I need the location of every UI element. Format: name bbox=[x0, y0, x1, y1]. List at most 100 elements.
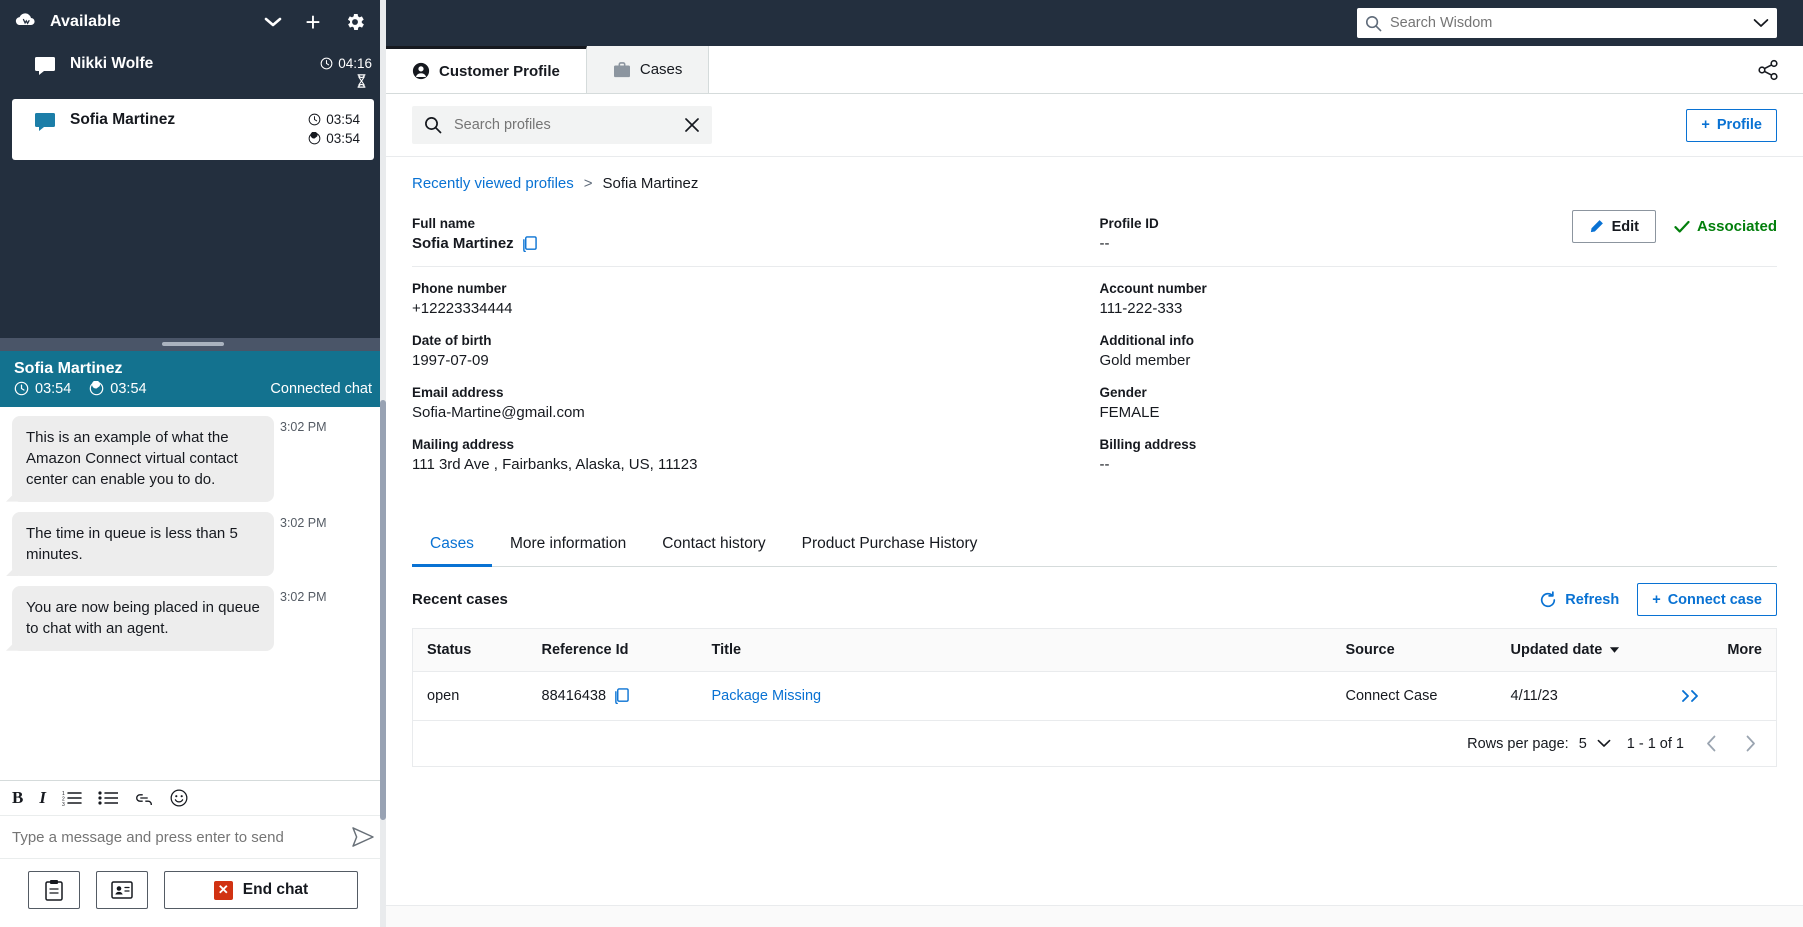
sub-tab-cases[interactable]: Cases bbox=[412, 525, 492, 567]
field-mailing-address: Mailing address 111 3rd Ave , Fairbanks,… bbox=[412, 427, 1090, 479]
message-input[interactable] bbox=[12, 828, 346, 846]
breadcrumb: Recently viewed profiles > Sofia Martine… bbox=[412, 157, 1777, 206]
timer-value: 03:54 bbox=[35, 380, 72, 397]
ccp-empty-area bbox=[0, 159, 386, 338]
bulleted-list-icon[interactable] bbox=[98, 790, 118, 806]
contact-card-icon[interactable] bbox=[96, 871, 148, 909]
emoji-icon[interactable] bbox=[170, 789, 188, 807]
chat-bubble-icon bbox=[34, 110, 56, 131]
chevron-right-icon[interactable] bbox=[1739, 735, 1762, 752]
contact-timers: 03:54 03:54 bbox=[308, 110, 360, 149]
sub-tab-more-information[interactable]: More information bbox=[492, 525, 644, 567]
agent-status-label: Available bbox=[50, 12, 121, 30]
rows-per-page: Rows per page: 5 bbox=[1467, 736, 1611, 752]
field-label: Full name bbox=[412, 216, 476, 231]
connect-case-button[interactable]: + Connect case bbox=[1637, 583, 1777, 616]
cell-source: Connect Case bbox=[1331, 671, 1497, 721]
sub-tab-product-purchase-history[interactable]: Product Purchase History bbox=[784, 525, 996, 567]
contact-list-item-nikki-wolfe[interactable]: Nikki Wolfe 04:16 bbox=[0, 43, 386, 99]
active-chat-header: Sofia Martinez 03:54 03:54 Connected cha… bbox=[0, 350, 386, 407]
chevron-left-icon[interactable] bbox=[1700, 735, 1723, 752]
table-header-row: Status Reference Id Title Source Updated… bbox=[412, 628, 1777, 672]
panel-resize-handle[interactable] bbox=[0, 337, 386, 351]
column-updated-date[interactable]: Updated date bbox=[1496, 628, 1667, 672]
search-icon bbox=[1365, 15, 1382, 32]
tab-customer-profile[interactable]: Customer Profile bbox=[386, 46, 587, 93]
agent-workspace: Available + Nikki Wolfe 04:16 Sofia Mart… bbox=[0, 0, 1803, 927]
breadcrumb-root-link[interactable]: Recently viewed profiles bbox=[412, 175, 574, 192]
rows-per-page-label: Rows per page: bbox=[1467, 735, 1569, 752]
italic-icon[interactable]: I bbox=[39, 788, 46, 808]
add-profile-label: Profile bbox=[1716, 117, 1762, 133]
refresh-button[interactable]: Refresh bbox=[1539, 590, 1619, 609]
clock-icon bbox=[14, 381, 29, 396]
chat-composer bbox=[0, 816, 386, 858]
field-label: Additional info bbox=[1099, 333, 1194, 348]
column-more: More bbox=[1666, 628, 1777, 672]
link-icon[interactable] bbox=[134, 791, 154, 805]
edit-profile-button[interactable]: Edit bbox=[1571, 210, 1656, 243]
contact-timers: 04:16 bbox=[320, 54, 372, 88]
rows-per-page-select[interactable]: 5 bbox=[1579, 736, 1611, 752]
clock-icon bbox=[320, 57, 333, 70]
chevron-down-icon[interactable] bbox=[1753, 18, 1769, 28]
tab-cases[interactable]: Cases bbox=[586, 46, 710, 93]
field-value-wrap: Sofia Martinez bbox=[412, 235, 1090, 252]
column-title[interactable]: Title bbox=[697, 628, 1332, 672]
add-profile-button[interactable]: + Profile bbox=[1686, 108, 1777, 142]
column-label: Updated date bbox=[1510, 642, 1603, 658]
clipboard-icon[interactable] bbox=[28, 871, 80, 909]
message-timestamp: 3:02 PM bbox=[280, 590, 327, 605]
reference-id-value: 88416438 bbox=[541, 688, 607, 704]
column-reference-id[interactable]: Reference Id bbox=[527, 628, 698, 672]
plus-icon: + bbox=[1701, 117, 1710, 133]
field-value: 111-222-333 bbox=[1099, 300, 1183, 317]
field-value: Sofia-Martine@gmail.com bbox=[412, 404, 585, 421]
wisdom-search-input[interactable] bbox=[1390, 15, 1745, 31]
column-source[interactable]: Source bbox=[1331, 628, 1497, 672]
field-label: Billing address bbox=[1099, 437, 1197, 452]
field-billing-address: Billing address -- bbox=[1100, 427, 1778, 479]
field-value: 111 3rd Ave , Fairbanks, Alaska, US, 111… bbox=[412, 456, 698, 473]
numbered-list-icon[interactable]: 123 bbox=[62, 790, 82, 806]
drag-grip-icon bbox=[162, 342, 224, 347]
field-label: Email address bbox=[412, 385, 504, 400]
field-label: Date of birth bbox=[412, 333, 492, 348]
settings-gear-icon[interactable] bbox=[338, 11, 372, 33]
sort-descending-caret-icon bbox=[1609, 646, 1620, 654]
field-value: FEMALE bbox=[1099, 404, 1160, 421]
field-label: Mailing address bbox=[412, 437, 515, 452]
chat-bubble-icon bbox=[34, 54, 56, 75]
svg-text:3: 3 bbox=[62, 802, 65, 806]
chevron-down-icon[interactable] bbox=[258, 16, 288, 28]
chat-transcript: This is an example of what the Amazon Co… bbox=[0, 406, 386, 780]
pagination-range: 1 - 1 of 1 bbox=[1626, 735, 1684, 752]
bold-icon[interactable]: B bbox=[12, 788, 23, 808]
timer-value: 04:16 bbox=[338, 56, 372, 71]
message-bubble: The time in queue is less than 5 minutes… bbox=[12, 511, 274, 577]
send-paper-plane-icon[interactable] bbox=[346, 827, 374, 847]
table-row[interactable]: open 88416438 Package Missing Connect Ca… bbox=[412, 671, 1777, 721]
profile-search-input[interactable] bbox=[454, 117, 672, 133]
sub-tab-contact-history[interactable]: Contact history bbox=[644, 525, 783, 567]
add-icon[interactable]: + bbox=[298, 9, 328, 35]
copy-icon[interactable] bbox=[614, 688, 629, 704]
contact-list-item-sofia-martinez[interactable]: Sofia Martinez 03:54 03:54 bbox=[12, 98, 374, 160]
end-chat-button[interactable]: ✕ End chat bbox=[164, 871, 358, 909]
timer-connected: 04:16 bbox=[320, 54, 372, 74]
profile-search-box[interactable] bbox=[412, 106, 712, 144]
end-chat-x-icon: ✕ bbox=[213, 880, 233, 900]
close-x-icon[interactable] bbox=[684, 117, 700, 133]
recent-cases-table: Status Reference Id Title Source Updated… bbox=[412, 628, 1777, 767]
cell-more bbox=[1666, 671, 1777, 721]
share-icon[interactable] bbox=[1757, 59, 1779, 81]
copy-icon[interactable] bbox=[522, 235, 537, 252]
wisdom-search-box[interactable] bbox=[1357, 8, 1777, 38]
connect-case-label: Connect case bbox=[1667, 591, 1762, 608]
refresh-icon bbox=[1539, 590, 1557, 609]
case-title-link[interactable]: Package Missing bbox=[712, 688, 822, 704]
ccp-scrollbar-thumb[interactable] bbox=[380, 400, 386, 820]
column-status[interactable]: Status bbox=[412, 628, 528, 672]
cases-actions: Refresh + Connect case bbox=[1539, 583, 1777, 616]
double-chevron-right-icon[interactable] bbox=[1681, 689, 1763, 703]
